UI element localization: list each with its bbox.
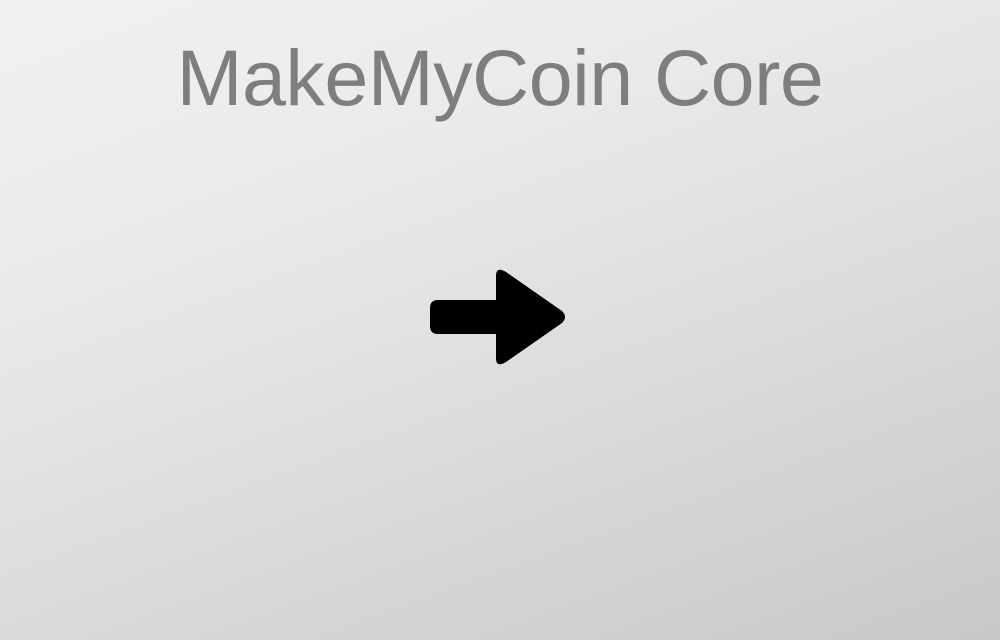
splash-screen: MakeMyCoin Core: [0, 0, 1000, 640]
app-title: MakeMyCoin Core: [176, 33, 824, 122]
arrow-right-icon: [430, 266, 566, 368]
